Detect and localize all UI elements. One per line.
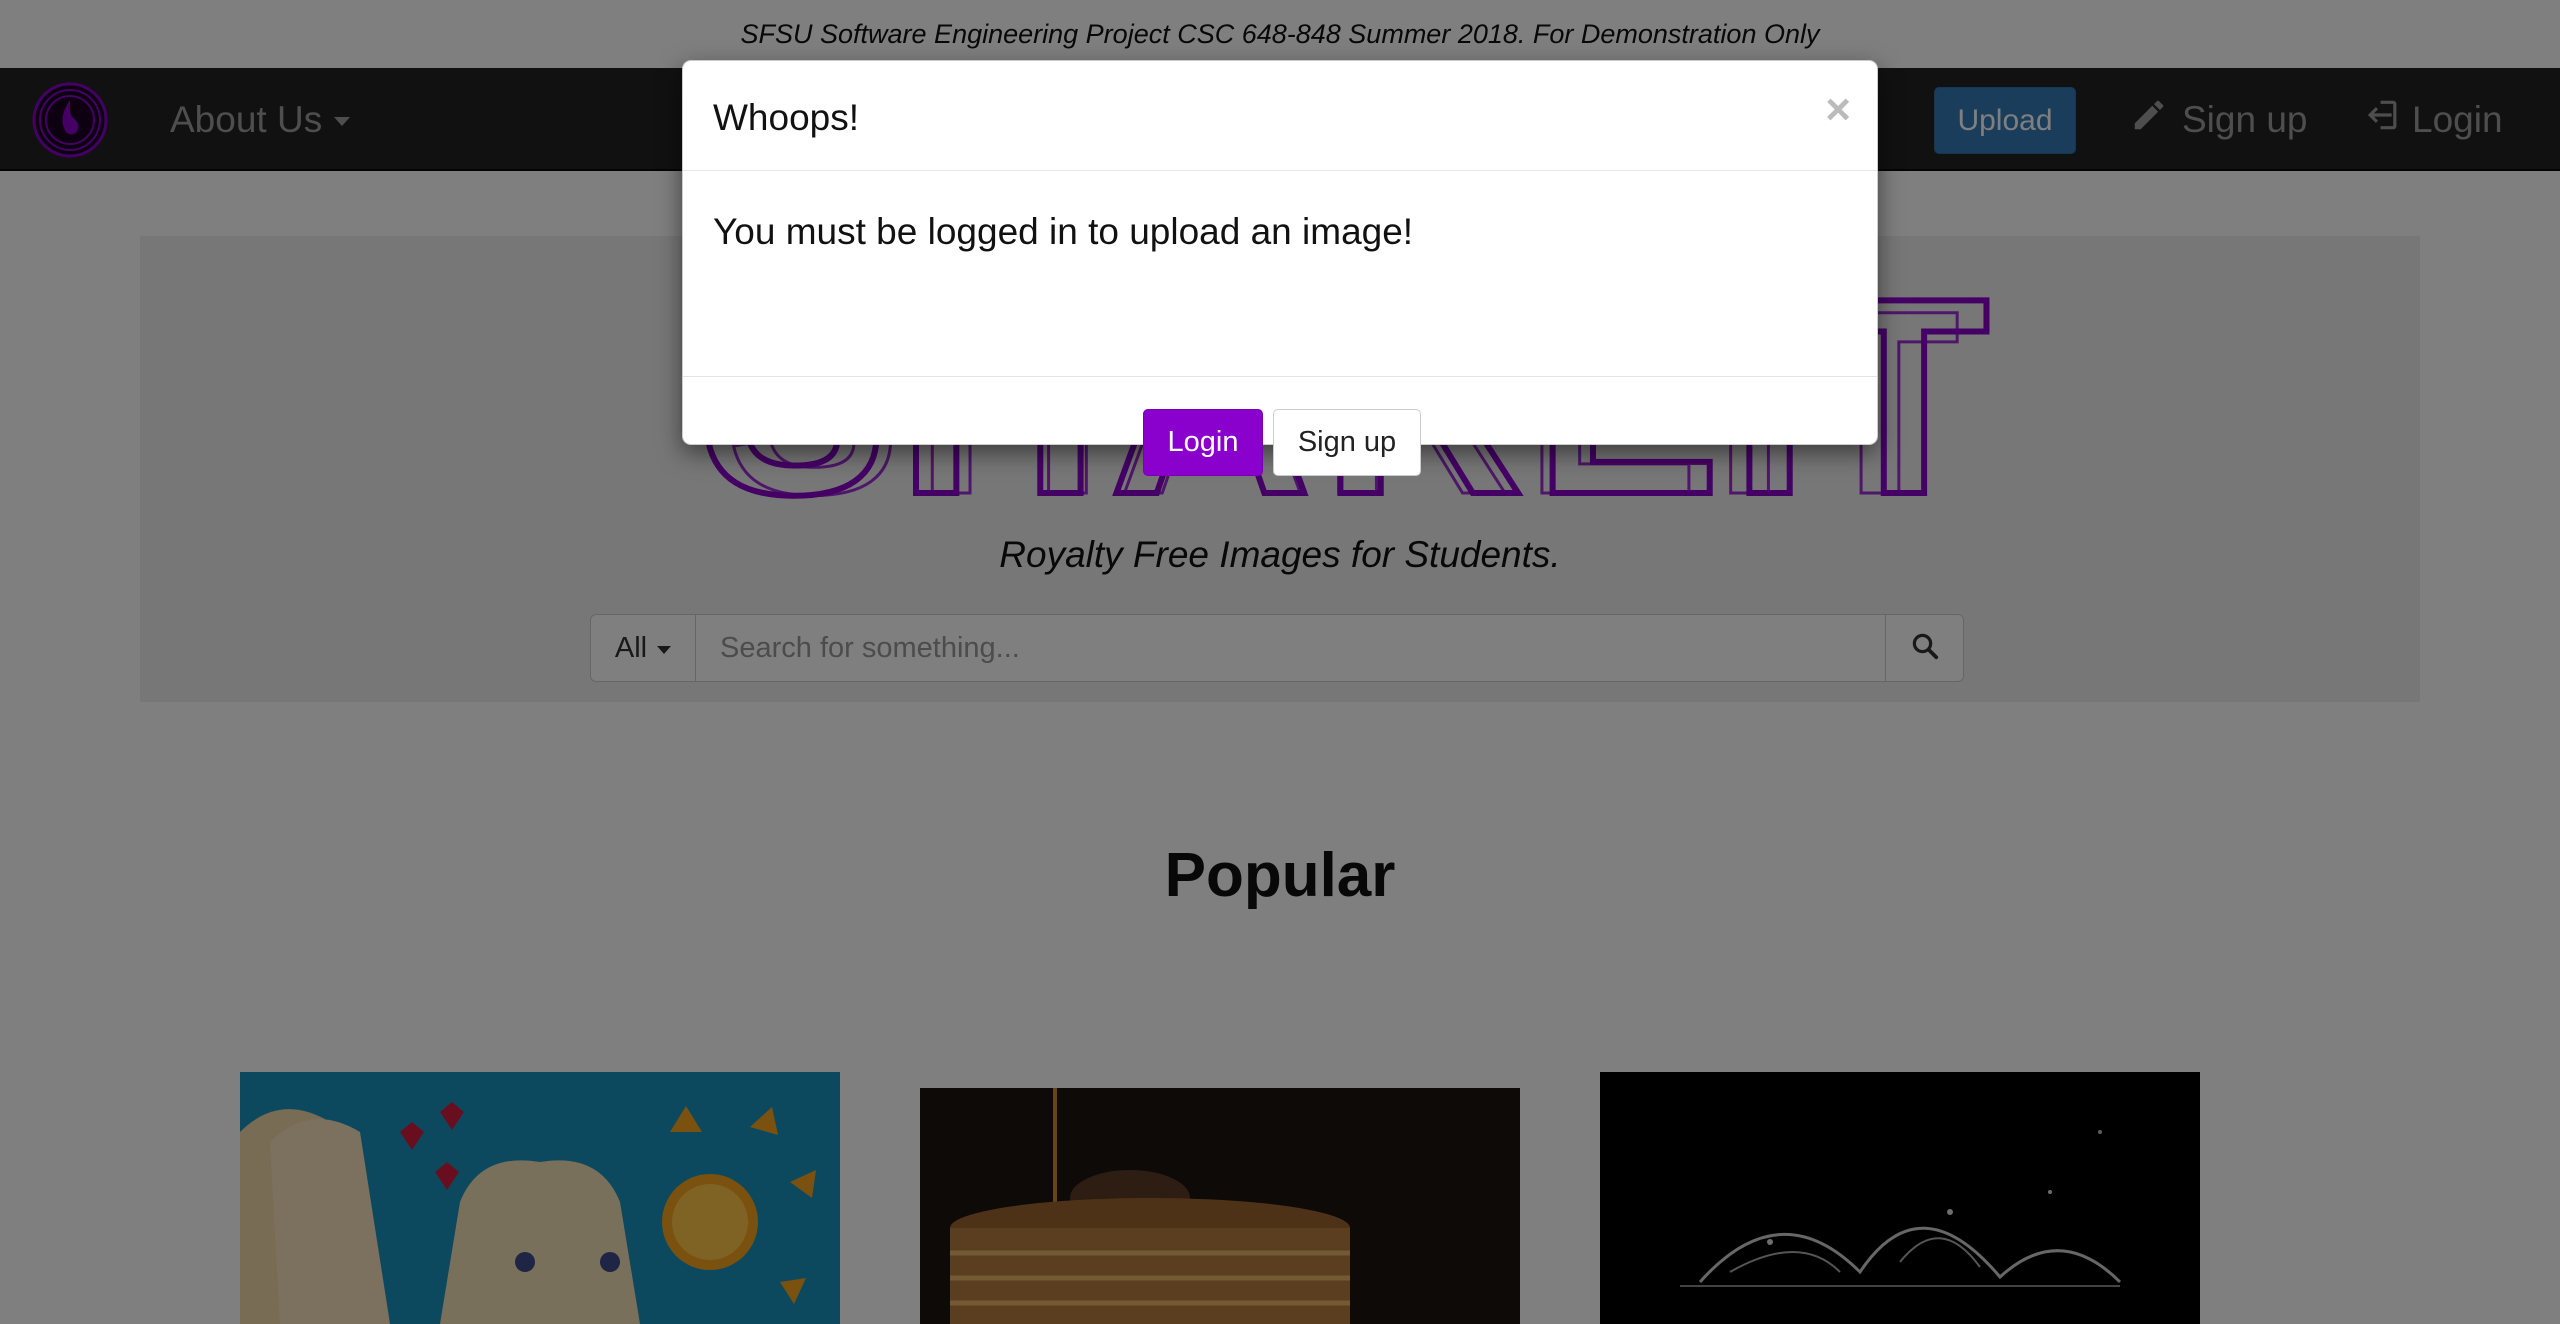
modal-signup-button[interactable]: Sign up (1273, 409, 1421, 476)
close-icon[interactable]: × (1825, 85, 1851, 135)
modal-header: Whoops! × (683, 61, 1877, 171)
modal-message: You must be logged in to upload an image… (713, 211, 1414, 252)
login-required-modal: Whoops! × You must be logged in to uploa… (682, 60, 1878, 476)
modal-login-button[interactable]: Login (1143, 409, 1263, 476)
modal-body: You must be logged in to upload an image… (683, 171, 1877, 377)
modal-title: Whoops! (713, 97, 860, 138)
